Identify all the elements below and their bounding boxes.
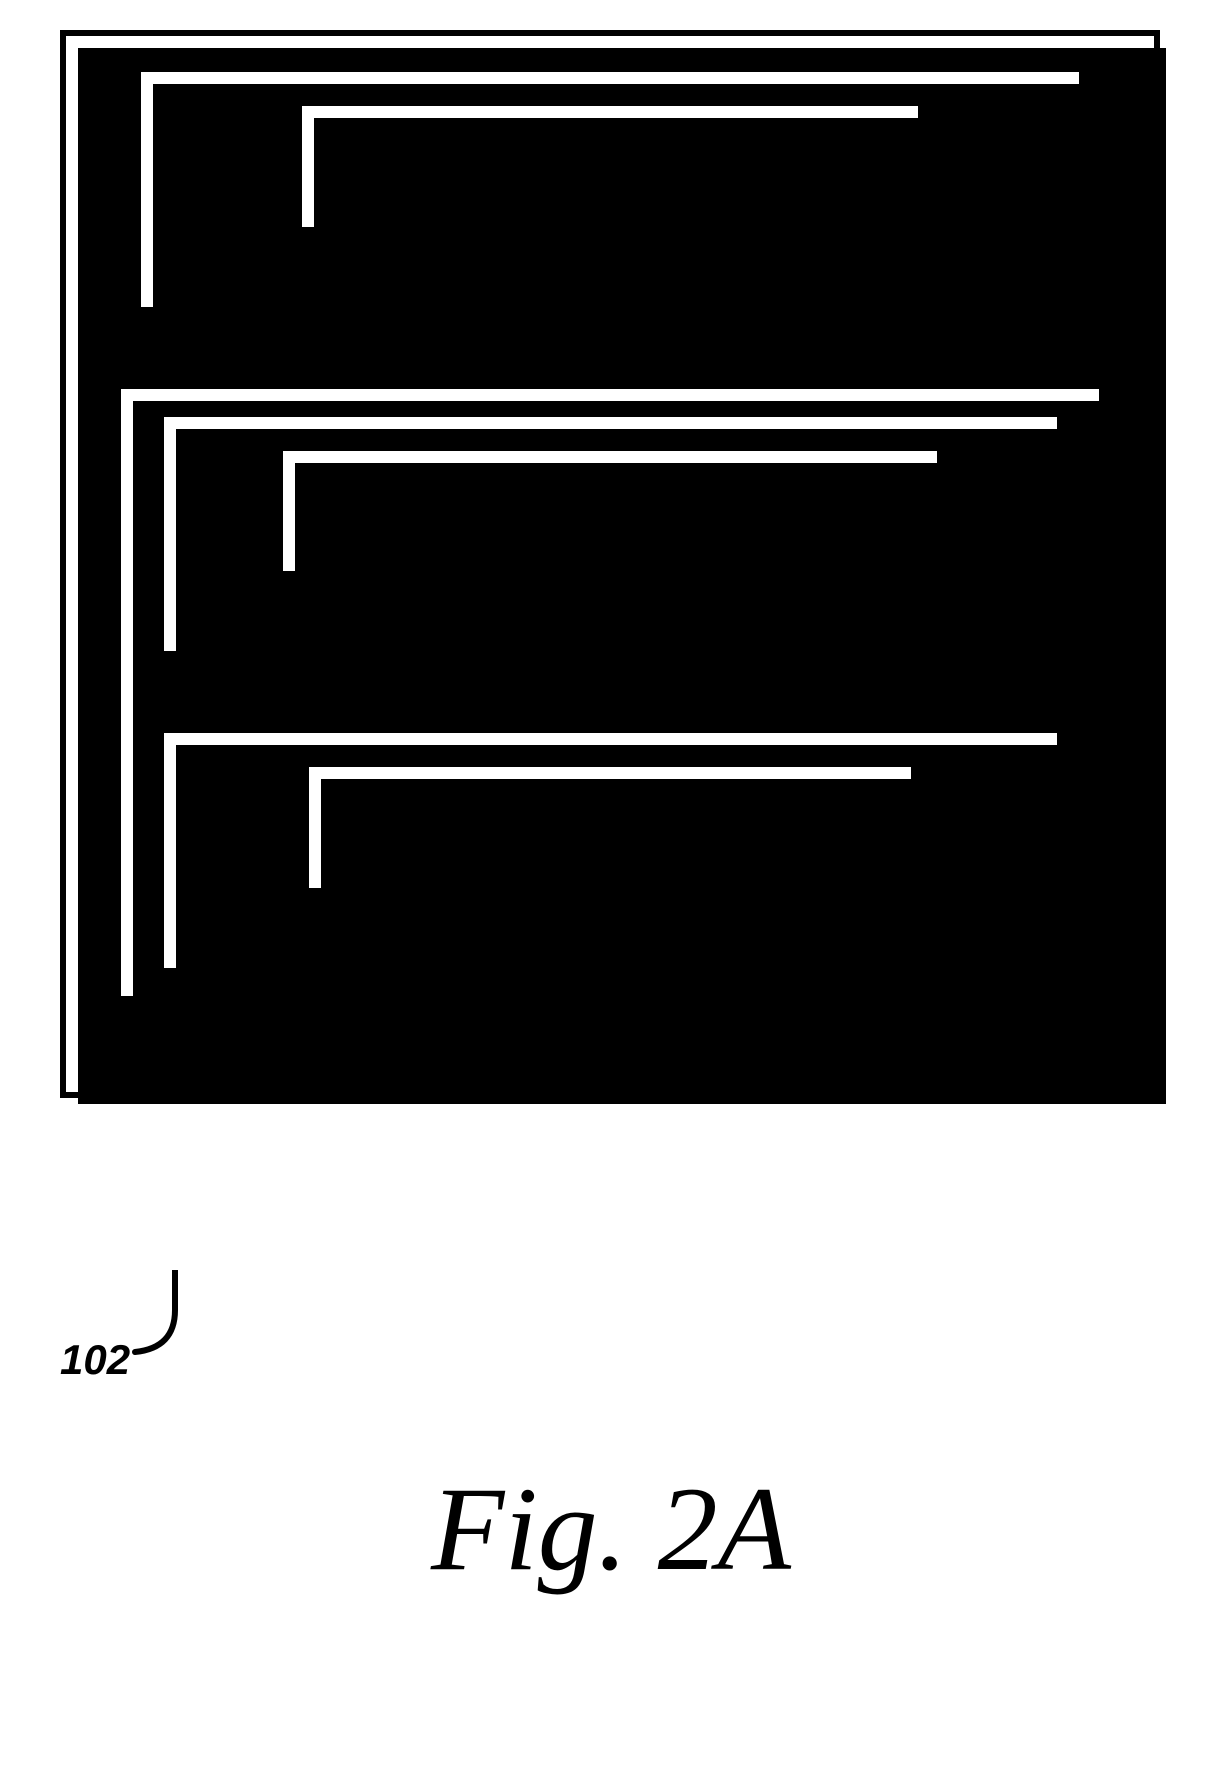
code-building-tool-box: Code Generator 295 Code Building Tool, 2…: [135, 66, 1084, 313]
arrow-code-to-state: [94, 313, 1126, 383]
code-building-tool-ref: 290: [761, 245, 831, 292]
graphical-model-label: Graphical Model: [321, 781, 899, 829]
callout-102-ref: 102: [60, 1336, 130, 1384]
environment-ref: 120: [936, 1022, 1006, 1069]
double-arrow-icon: [593, 657, 627, 727]
state-diagram-model-box: State Diagram Model 225: [277, 445, 942, 578]
environment-caption: State Diagram Modeling Environment, 120: [66, 1022, 1154, 1070]
state-diagram-model-ref: 225: [295, 513, 924, 561]
graphical-model-ref: 235: [321, 829, 899, 877]
figure-label: Fig. 2A: [0, 1460, 1222, 1598]
code-building-tool-caption: Code Building Tool, 290: [161, 245, 1058, 293]
environment-label: State Diagram Modeling Environment,: [214, 1022, 924, 1069]
state-diagram-model-label: State Diagram Model: [295, 465, 924, 513]
callout-102: 102: [60, 1270, 320, 1390]
state-diagram-tool-caption: State Diagram Modeling Tool, 220: [184, 589, 1037, 637]
graphical-tool-label: Graphical Modeling Tool,: [338, 906, 800, 953]
state-diagram-tool-box: State Diagram Model 225 State Diagram Mo…: [158, 411, 1063, 658]
modeling-tools-group: State Diagram Model 225 State Diagram Mo…: [115, 383, 1106, 1002]
code-generator-ref: 295: [314, 168, 906, 216]
arrow-state-to-graphical: [139, 657, 1082, 727]
code-building-tool-label: Code Building Tool,: [389, 245, 750, 292]
code-generator-label: Code Generator: [314, 120, 906, 168]
environment-box: Code Generator 295 Code Building Tool, 2…: [60, 30, 1160, 1098]
graphical-tool-box: Graphical Model 235 Graphical Modeling T…: [158, 727, 1063, 974]
graphical-tool-ref: 230: [812, 906, 882, 953]
double-arrow-icon: [593, 313, 627, 383]
state-diagram-tool-ref: 220: [856, 589, 926, 636]
code-generator-box: Code Generator 295: [296, 100, 924, 233]
graphical-tool-caption: Graphical Modeling Tool, 230: [184, 906, 1037, 954]
graphical-model-box: Graphical Model 235: [303, 761, 917, 894]
state-diagram-tool-label: State Diagram Modeling Tool,: [294, 589, 844, 636]
